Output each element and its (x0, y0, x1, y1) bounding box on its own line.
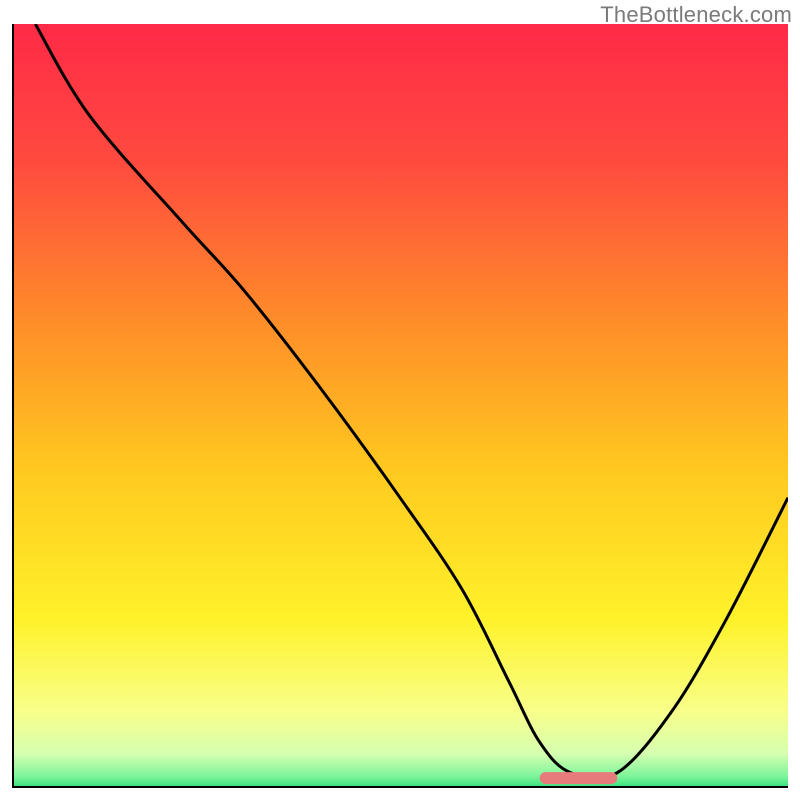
chart-container: TheBottleneck.com (0, 0, 800, 800)
chart-background (12, 24, 788, 788)
optimal-marker (540, 772, 618, 784)
bottleneck-chart (12, 24, 788, 788)
